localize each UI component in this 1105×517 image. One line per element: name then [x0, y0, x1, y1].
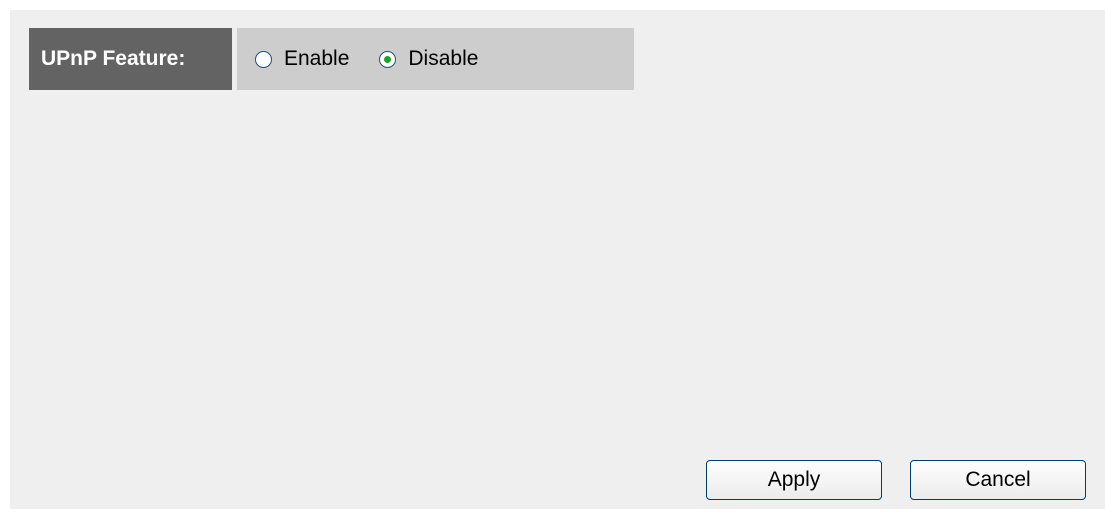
enable-label: Enable: [284, 47, 350, 70]
disable-label: Disable: [408, 47, 479, 70]
disable-radio[interactable]: [379, 50, 397, 68]
cancel-button[interactable]: Cancel: [910, 460, 1086, 500]
disable-option[interactable]: Disable: [379, 47, 478, 71]
upnp-feature-label: UPnP Feature:: [29, 28, 232, 90]
enable-radio[interactable]: [255, 50, 272, 68]
upnp-feature-row: UPnP Feature: Enable Disable: [29, 28, 634, 90]
upnp-options: Enable Disable: [237, 28, 634, 90]
apply-button[interactable]: Apply: [706, 460, 882, 500]
radio-selected-dot: [384, 55, 392, 63]
enable-option[interactable]: Enable: [255, 47, 349, 71]
